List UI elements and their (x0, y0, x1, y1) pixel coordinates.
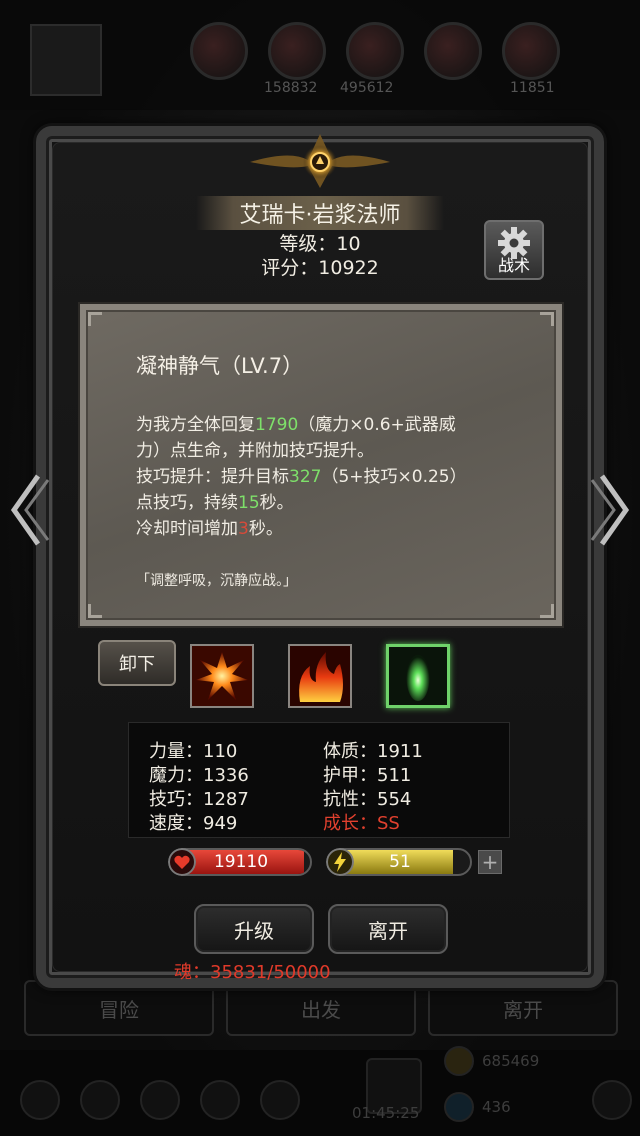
card-corner (88, 604, 102, 618)
chevron-right-icon[interactable] (588, 470, 634, 550)
dock-icon (260, 1080, 300, 1120)
leave-label: 离开 (368, 918, 408, 943)
hero-level: 等级：10 (279, 233, 361, 255)
adventure-button: 冒险 (24, 980, 214, 1036)
lightning-icon (326, 848, 354, 876)
hero-name: 艾瑞卡·岩浆法师 (239, 203, 401, 228)
card-corner (540, 604, 554, 618)
stat-armor: 护甲：511 (323, 765, 412, 786)
stat-resistance: 抗性：554 (323, 789, 412, 810)
skill-slot-2[interactable] (288, 644, 352, 708)
add-icon (592, 1080, 632, 1120)
stat-constitution: 体质：1911 (323, 741, 423, 762)
skill-description-card: 凝神静气（LV.7） 为我方全体回复1790（魔力×0.6+武器威 力）点生命，… (80, 304, 562, 626)
unequip-label: 卸下 (119, 654, 155, 675)
resource-orb-icon (190, 22, 248, 80)
gem-count: 436 (482, 1098, 511, 1116)
card-corner (88, 312, 102, 326)
skill-slot-1[interactable] (190, 644, 254, 708)
resource-orb-icon (424, 22, 482, 80)
buff-value: 327 (289, 467, 322, 487)
resource-orb-icon (268, 22, 326, 80)
avatar (30, 24, 102, 96)
stats-panel: 力量：110 魔力：1336 技巧：1287 速度：949 体质：1911 护甲… (128, 722, 510, 838)
resource-orb-icon (502, 22, 560, 80)
dock-icon (200, 1080, 240, 1120)
heal-value: 1790 (255, 415, 299, 435)
upgrade-label: 升级 (234, 918, 274, 943)
stat-skill: 技巧：1287 (149, 789, 249, 810)
dock-icon (140, 1080, 180, 1120)
card-corner (540, 312, 554, 326)
flame-icon (290, 646, 350, 706)
resource-count: 11851 (510, 80, 555, 96)
gold-count: 685469 (482, 1052, 540, 1070)
green-spirit-icon (389, 647, 447, 705)
dock-icon (20, 1080, 60, 1120)
unequip-button[interactable]: 卸下 (98, 640, 176, 686)
tactics-button[interactable]: 战术 (484, 220, 544, 280)
skill-desc-line: 力）点生命，并附加技巧提升。 (136, 441, 374, 461)
duration-value: 15 (238, 493, 260, 513)
leave-button[interactable]: 离开 (328, 904, 448, 954)
soul-progress: 魂：35831/50000 (174, 962, 331, 983)
skill-title: 凝神静气（LV.7） (136, 354, 304, 378)
stat-strength: 力量：110 (149, 741, 238, 762)
stat-magic: 魔力：1336 (149, 765, 249, 786)
skill-desc-line: 点技巧，持续15秒。 (136, 493, 294, 513)
fire-burst-icon (192, 646, 252, 706)
skill-desc-line: 技巧提升：提升目标327（5+技巧×0.25） (136, 467, 467, 487)
skill-quote: 「调整呼吸，沉静应战。」 (136, 573, 297, 589)
dock-icon (80, 1080, 120, 1120)
stat-speed: 速度：949 (149, 813, 238, 834)
gear-icon (498, 227, 530, 259)
gold-coin-icon (444, 1046, 474, 1076)
resource-count: 158832 (264, 80, 318, 96)
hero-score: 评分：10922 (261, 257, 379, 279)
chevron-left-icon[interactable] (6, 470, 52, 550)
resource-orb-icon (346, 22, 404, 80)
add-energy-button[interactable]: + (478, 850, 502, 874)
hero-name-banner: 艾瑞卡·岩浆法师 (196, 196, 444, 230)
leave-bg-button: 离开 (428, 980, 618, 1036)
golden-emblem-icon (250, 134, 390, 188)
skill-desc-line: 为我方全体回复1790（魔力×0.6+武器威 (136, 415, 456, 435)
depart-button: 出发 (226, 980, 416, 1036)
upgrade-button[interactable]: 升级 (194, 904, 314, 954)
stat-growth: 成长：SS (323, 813, 400, 834)
heart-icon (168, 848, 196, 876)
resource-count: 495612 (340, 80, 394, 96)
dock-timer: 01:45:25 (352, 1104, 420, 1122)
skill-slot-3[interactable] (386, 644, 450, 708)
skill-desc-line: 冷却时间增加3秒。 (136, 519, 283, 539)
gem-icon (444, 1092, 474, 1122)
cooldown-value: 3 (238, 519, 249, 539)
